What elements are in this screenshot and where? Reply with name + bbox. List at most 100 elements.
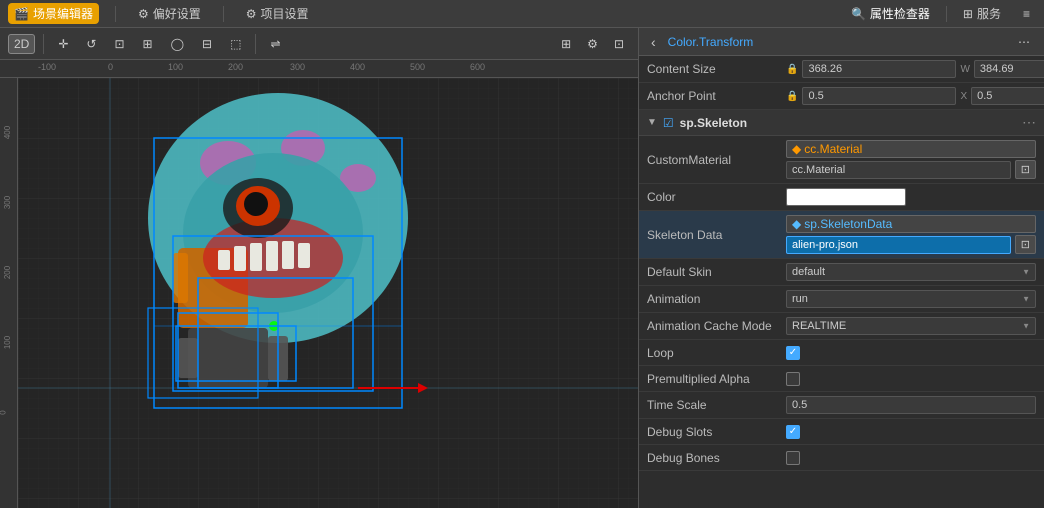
panel-header: ‹ Color.Transform ⋯ [639, 28, 1044, 56]
tick-300: 300 [290, 62, 305, 72]
scene-bg: -100 0 100 200 300 400 500 600 400 300 2… [0, 60, 638, 508]
w-label: W [960, 64, 969, 75]
skeleton-data-ref-btn[interactable]: ⊡ [1015, 235, 1036, 254]
default-skin-label: Default Skin [647, 265, 782, 279]
vtick-300: 300 [3, 196, 12, 209]
scene-toolbar: 2D ✛ ↺ ⊡ ⊞ ◯ ⊟ ⬚ ⇌ ⊞ ⚙ ⊡ [0, 28, 638, 60]
vtick-400: 400 [3, 126, 12, 139]
right-panel: ‹ Color.Transform ⋯ Content Size 🔒 W Anc… [639, 28, 1044, 508]
properties-content: Content Size 🔒 W Anchor Point 🔒 X [639, 56, 1044, 508]
content-size-h-input[interactable] [974, 60, 1044, 78]
scene-viewport[interactable]: 2D ✛ ↺ ⊡ ⊞ ◯ ⊟ ⬚ ⇌ ⊞ ⚙ ⊡ -100 0 100 20 [0, 28, 639, 508]
transform-btn[interactable]: ⬚ [224, 34, 247, 54]
panel-tab-service[interactable]: ⊞ 服务 [963, 5, 1001, 22]
loop-row: Loop [639, 340, 1044, 366]
anchor-point-row: Anchor Point 🔒 X [639, 83, 1044, 110]
anim-cache-mode-select[interactable]: REALTIME SHARED_CACHE PRIVATE_CACHE [786, 317, 1036, 335]
menu-hamburger[interactable]: ≡ [1017, 5, 1036, 23]
transform-link[interactable]: Color.Transform [668, 35, 1004, 49]
animation-label: Animation [647, 292, 782, 306]
debug-bones-checkbox[interactable] [786, 451, 800, 465]
anchor-lock-icon: 🔒 [786, 91, 798, 102]
debug-slots-label: Debug Slots [647, 425, 782, 439]
content-size-w-input[interactable] [802, 60, 956, 78]
menu-preferences[interactable]: ⚙ 偏好设置 [132, 3, 207, 24]
content-size-label: Content Size [647, 62, 782, 76]
vtick-100: 100 [3, 336, 12, 349]
panel-options-btn[interactable]: ⋯ [1012, 32, 1036, 52]
circle-btn[interactable]: ◯ [165, 34, 190, 54]
color-label: Color [647, 190, 782, 204]
menu-scene-editor[interactable]: 🎬 场景编辑器 [8, 3, 99, 24]
back-button[interactable]: ‹ [647, 34, 660, 50]
service-icon: ⊞ [963, 7, 973, 21]
anchor-x-input[interactable] [802, 87, 956, 105]
skeleton-section-header[interactable]: ▼ ☑ sp.Skeleton ⋯ [639, 110, 1044, 136]
ruler-vertical: 400 300 200 100 0 [0, 78, 18, 508]
grid-btn[interactable]: ⊞ [555, 34, 577, 54]
default-skin-select[interactable]: default [786, 263, 1036, 281]
premultiplied-row: Premultiplied Alpha [639, 366, 1044, 392]
main-area: 2D ✛ ↺ ⊡ ⊞ ◯ ⊟ ⬚ ⇌ ⊞ ⚙ ⊡ -100 0 100 20 [0, 28, 1044, 508]
anchor-y-input[interactable] [971, 87, 1044, 105]
debug-bones-label: Debug Bones [647, 451, 782, 465]
scale-btn[interactable]: ⊡ [108, 34, 130, 54]
premultiplied-value [786, 372, 1036, 386]
anchor-point-label: Anchor Point [647, 89, 782, 103]
premultiplied-checkbox[interactable] [786, 372, 800, 386]
material-badge: ◆ cc.Material [786, 140, 1036, 158]
debug-slots-row: Debug Slots [639, 419, 1044, 445]
menu-sep-1 [115, 6, 116, 22]
expand-arrow-icon: ▼ [647, 117, 657, 128]
color-row: Color [639, 184, 1044, 211]
rotate-btn[interactable]: ↺ [80, 34, 102, 54]
panel-tab-inspector[interactable]: 🔍 属性检查器 [851, 5, 930, 22]
loop-checkbox[interactable] [786, 346, 800, 360]
anim-cache-mode-value: REALTIME SHARED_CACHE PRIVATE_CACHE [786, 317, 1036, 335]
vtick-0: 0 [0, 410, 8, 414]
skeleton-checkbox-icon[interactable]: ☑ [663, 116, 674, 130]
skeleton-data-value: ◆ sp.SkeletonData ⊡ [786, 215, 1036, 254]
tick-400: 400 [350, 62, 365, 72]
flip-btn[interactable]: ⇌ [264, 34, 286, 54]
fullscreen-btn[interactable]: ⊡ [608, 34, 630, 54]
loop-label: Loop [647, 346, 782, 360]
debug-slots-checkbox[interactable] [786, 425, 800, 439]
tick-100: 100 [168, 62, 183, 72]
material-input[interactable] [786, 161, 1011, 179]
panel-sep [946, 6, 947, 22]
rect-btn[interactable]: ⊞ [137, 34, 159, 54]
material-badge-label: cc.Material [804, 142, 862, 156]
settings-btn[interactable]: ⚙ [581, 34, 604, 54]
premultiplied-label: Premultiplied Alpha [647, 372, 782, 386]
minus-btn[interactable]: ⊟ [196, 34, 218, 54]
custom-material-label: CustomMaterial [647, 153, 782, 167]
anim-cache-mode-row: Animation Cache Mode REALTIME SHARED_CAC… [639, 313, 1044, 340]
anim-cache-mode-select-wrap: REALTIME SHARED_CACHE PRIVATE_CACHE [786, 317, 1036, 335]
animation-select[interactable]: run [786, 290, 1036, 308]
section-more-icon[interactable]: ⋯ [1022, 114, 1036, 131]
default-skin-value: default [786, 263, 1036, 281]
tick-0: 0 [108, 62, 113, 72]
skeleton-data-input[interactable] [786, 236, 1011, 254]
tick-600: 600 [470, 62, 485, 72]
debug-slots-value [786, 425, 1036, 439]
menu-sep-2 [223, 6, 224, 22]
time-scale-value [786, 396, 1036, 414]
debug-bones-value [786, 451, 1036, 465]
toolbar-right: ⊞ ⚙ ⊡ [555, 34, 630, 54]
mode-2d-btn[interactable]: 2D [8, 34, 35, 54]
time-scale-input[interactable] [786, 396, 1036, 414]
material-ref-btn[interactable]: ⊡ [1015, 160, 1036, 179]
color-swatch[interactable] [786, 188, 906, 206]
top-menu-bar: 🎬 场景编辑器 ⚙ 偏好设置 ⚙ 项目设置 🔍 属性检查器 ⊞ 服务 ≡ [0, 0, 1044, 28]
move-btn[interactable]: ✛ [52, 34, 74, 54]
tick-200: 200 [228, 62, 243, 72]
animation-select-wrap: run [786, 290, 1036, 308]
proj-settings-label: 项目设置 [261, 5, 309, 22]
proj-settings-icon: ⚙ [246, 7, 257, 21]
skeleton-badge-label: sp.SkeletonData [804, 217, 892, 231]
custom-material-row: CustomMaterial ◆ cc.Material ⊡ [639, 136, 1044, 184]
menu-project-settings[interactable]: ⚙ 项目设置 [240, 3, 315, 24]
tick-500: 500 [410, 62, 425, 72]
